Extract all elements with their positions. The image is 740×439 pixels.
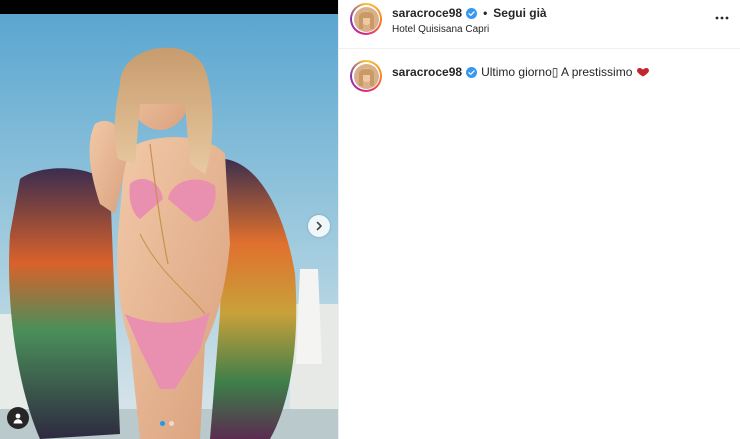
more-options-button[interactable] bbox=[714, 10, 730, 26]
media-top-bar bbox=[0, 0, 338, 14]
follow-button[interactable]: Segui già bbox=[493, 6, 546, 20]
post-photo bbox=[0, 14, 338, 439]
avatar-image bbox=[353, 63, 379, 89]
caption-username[interactable]: saracroce98 bbox=[392, 65, 462, 79]
header-username[interactable]: saracroce98 bbox=[392, 6, 462, 20]
chevron-right-icon bbox=[316, 221, 322, 231]
post-header: saracroce98 • Segui già Hotel Quisisana … bbox=[339, 0, 740, 49]
red-heart-emoji-icon bbox=[637, 68, 650, 77]
verified-badge-icon bbox=[466, 66, 478, 78]
more-options-icon bbox=[715, 16, 729, 20]
user-tag-icon bbox=[13, 413, 23, 424]
profile-avatar[interactable] bbox=[350, 3, 382, 35]
avatar-inner bbox=[352, 5, 380, 33]
header-user-line: saracroce98 • Segui già bbox=[392, 6, 547, 20]
user-tags-button[interactable] bbox=[7, 407, 29, 429]
post-media[interactable] bbox=[0, 0, 338, 439]
carousel-indicator bbox=[160, 421, 174, 426]
caption-line: saracroce98 Ultimo giorno▯ A prestissimo bbox=[392, 65, 650, 79]
carousel-dot bbox=[169, 421, 174, 426]
caption-body: Ultimo giorno▯ A prestissimo bbox=[481, 65, 633, 79]
header-separator: • bbox=[483, 6, 488, 20]
carousel-dot-active bbox=[160, 421, 165, 426]
next-media-button[interactable] bbox=[308, 215, 330, 237]
caption-avatar[interactable] bbox=[350, 60, 382, 92]
avatar-image bbox=[353, 6, 379, 32]
verified-badge-icon bbox=[466, 7, 478, 19]
post-caption: saracroce98 Ultimo giorno▯ A prestissimo bbox=[339, 49, 740, 109]
avatar-inner bbox=[352, 62, 380, 90]
post-side-panel: saracroce98 • Segui già Hotel Quisisana … bbox=[338, 0, 740, 439]
location-link[interactable]: Hotel Quisisana Capri bbox=[392, 24, 489, 35]
